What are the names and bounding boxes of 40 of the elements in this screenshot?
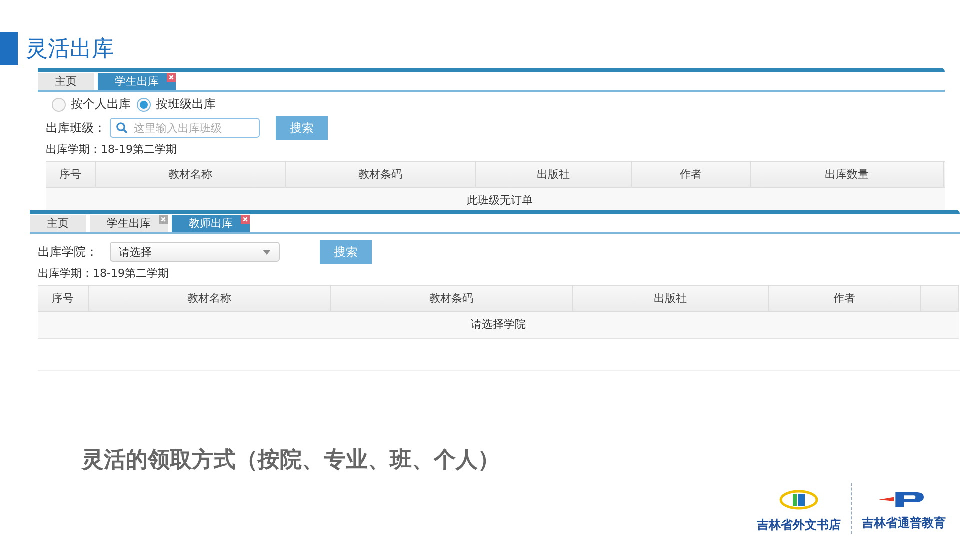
search-field[interactable]: 这里输入出库班级 (110, 118, 260, 138)
tab[interactable]: 主页 (30, 215, 86, 232)
caret-icon (263, 250, 271, 254)
title-accent-bar (0, 32, 18, 65)
column-header: 教材条码 (331, 285, 573, 312)
term-label: 出库学期：18-19第二学期 (38, 266, 170, 281)
tab[interactable]: 教师出库 (172, 215, 250, 232)
column-header: 序号 (46, 161, 96, 188)
column-header: 出版社 (476, 161, 632, 188)
blank-column-header (921, 285, 959, 312)
column-header: 教材名称 (96, 161, 286, 188)
logo-name: 吉林省通普教育 (862, 515, 946, 532)
tab[interactable]: 主页 (38, 73, 94, 90)
column-header: 作者 (632, 161, 751, 188)
field-label: 出库学院： (38, 244, 99, 260)
empty-message: 请选择学院 (38, 312, 959, 339)
column-header: 出版社 (573, 285, 769, 312)
column-header: 序号 (38, 285, 89, 312)
tab[interactable]: 学生出库 (98, 73, 176, 90)
column-header: 教材名称 (89, 285, 331, 312)
close-icon[interactable] (159, 215, 168, 224)
search-icon (116, 122, 128, 134)
empty-message: 此班级无订单 (46, 188, 945, 210)
column-header: 出库数量 (751, 161, 944, 188)
slide-title: 灵活出库 (26, 36, 114, 64)
field-label: 出库班级： (46, 120, 107, 136)
close-icon[interactable] (167, 73, 176, 82)
column-header: 教材条码 (286, 161, 476, 188)
slide-caption: 灵活的领取方式（按院、专业、班、个人） (82, 446, 501, 475)
radio-button[interactable] (137, 98, 151, 112)
dropdown[interactable]: 请选择 (110, 242, 280, 262)
radio-label: 按个人出库 (71, 96, 131, 113)
term-label: 出库学期：18-19第二学期 (46, 142, 178, 157)
tab[interactable]: 学生出库 (90, 215, 168, 232)
logo-name: 吉林省外文书店 (757, 517, 841, 534)
close-icon[interactable] (241, 215, 250, 224)
radio-button[interactable] (52, 98, 66, 112)
book-logo-icon (779, 489, 819, 511)
radio-label: 按班级出库 (156, 96, 216, 113)
column-header: 作者 (769, 285, 921, 312)
